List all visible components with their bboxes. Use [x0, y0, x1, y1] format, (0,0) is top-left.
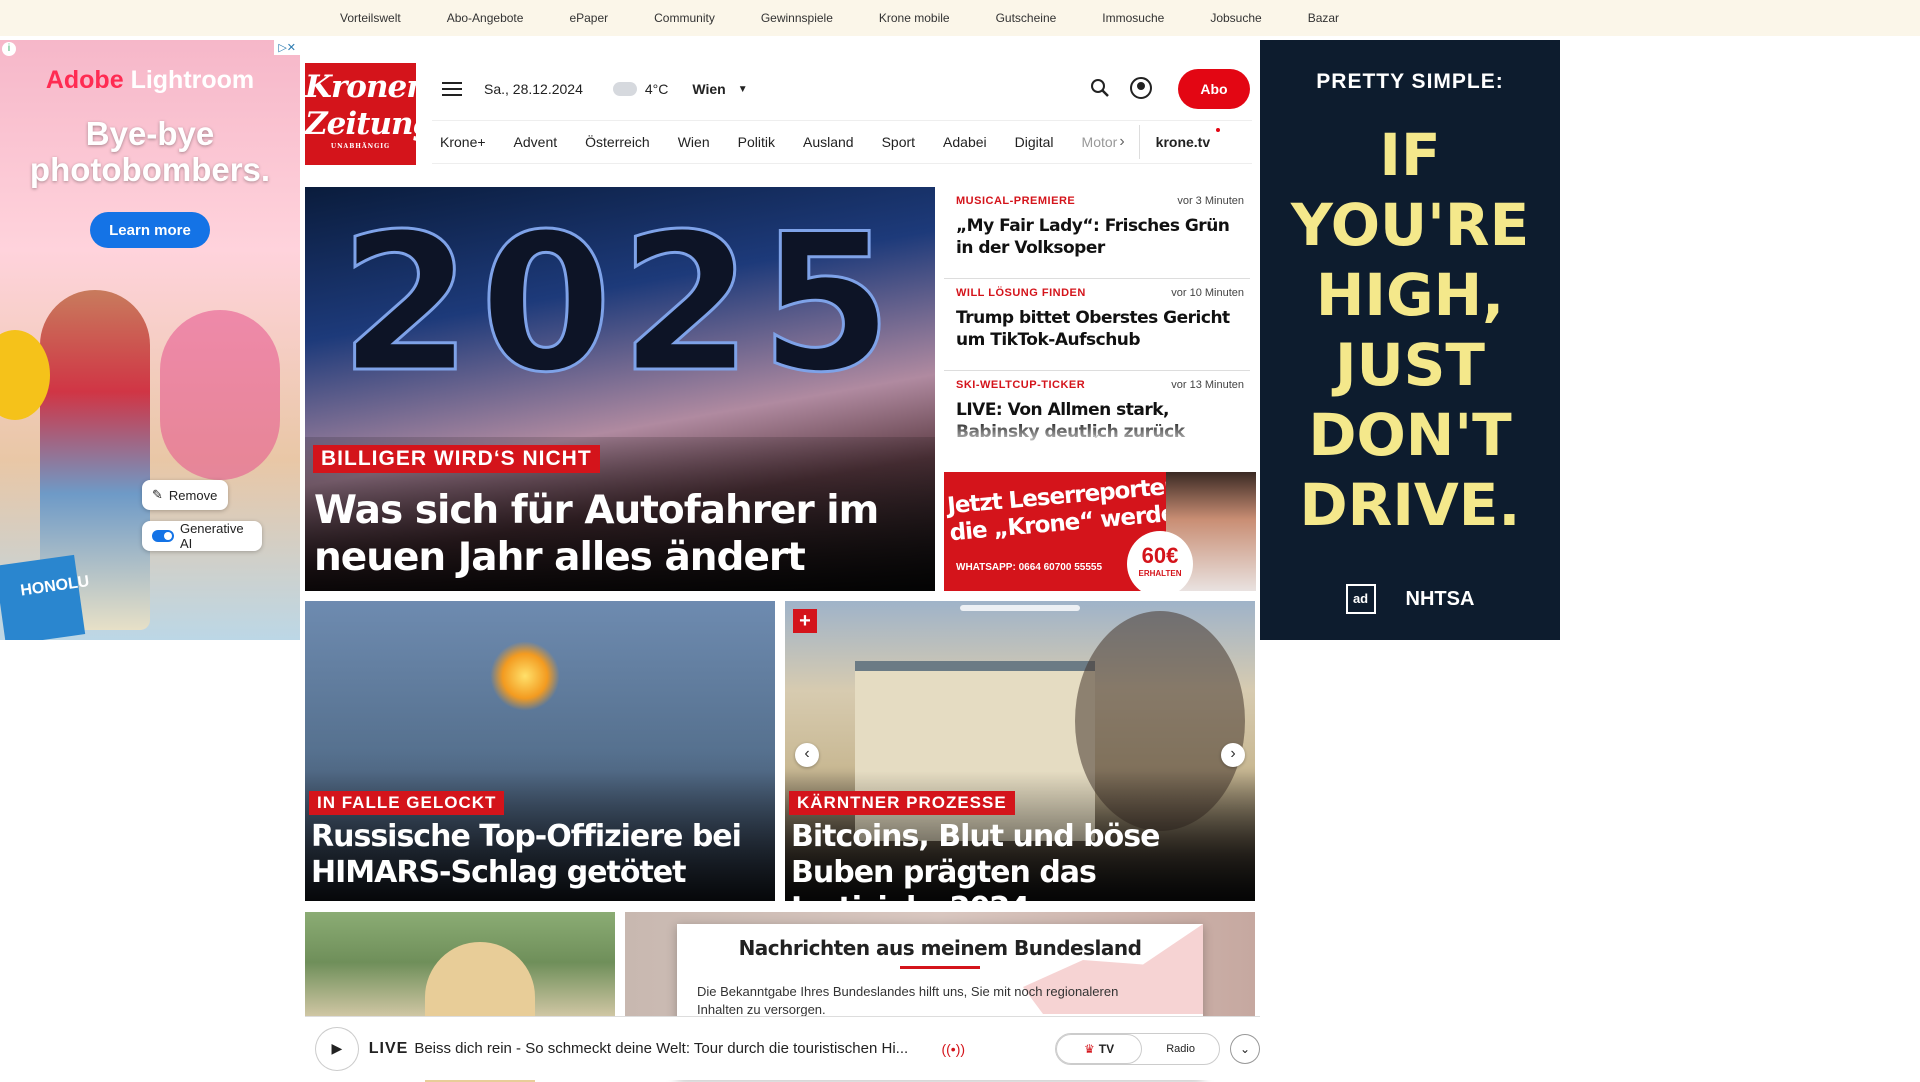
ticker-time: vor 10 Minuten — [1171, 287, 1244, 299]
search-icon[interactable] — [1090, 78, 1110, 98]
ad-brand: Adobe Lightroom — [45, 66, 255, 94]
krone-plus-icon: + — [793, 609, 817, 633]
nav-divider — [1138, 125, 1140, 159]
nav-item-oesterreich[interactable]: Österreich — [585, 134, 650, 150]
ad-learn-more-button[interactable]: Learn more — [90, 212, 210, 248]
ad-right-nhtsa[interactable]: PRETTY SIMPLE: IF YOU'RE HIGH, JUST DON'… — [1260, 40, 1560, 640]
card-title[interactable]: Bitcoins, Blut und böse Buben prägten da… — [791, 819, 1251, 901]
nav-item-digital[interactable]: Digital — [1015, 134, 1054, 150]
ad-generative-ai-chip: Generative AI — [142, 521, 262, 551]
ad-right-small-text: PRETTY SIMPLE: — [1316, 70, 1504, 93]
live-player-bar: ▶ LIVE Beiss dich rein - So schmeckt dei… — [305, 1016, 1260, 1080]
nav-item-krone-plus[interactable]: Krone+ — [440, 134, 486, 150]
card-kicker: IN FALLE GELOCKT — [309, 791, 505, 815]
whatsapp-number: WHATSAPP: 0664 60700 55555 — [956, 562, 1103, 573]
tv-radio-switch[interactable]: ♛ TV Radio — [1055, 1032, 1221, 1065]
cloud-sun-icon — [608, 76, 637, 96]
topbar-link-vorteilswelt[interactable]: Vorteilswelt — [340, 11, 401, 25]
play-icon[interactable]: ▶ — [315, 1026, 359, 1071]
nav-item-krone-tv[interactable]: krone.tv — [1156, 128, 1221, 150]
ticker-title[interactable]: „My Fair Lady“: Frisches Grün in der Vol… — [956, 215, 1244, 259]
carousel-indicator — [960, 605, 1080, 611]
ad-remove-chip: ✎ Remove — [142, 480, 228, 510]
hamburger-menu-icon[interactable] — [442, 82, 462, 96]
crown-icon: ♛ — [1083, 1041, 1095, 1056]
news-ticker: MUSICAL-PREMIERE vor 3 Minuten „My Fair … — [944, 187, 1250, 449]
broadcast-icon: ((•)) — [941, 1040, 966, 1057]
site-header: Sa., 28.12.2024 4°C Wien ▼ Abo — [432, 64, 1252, 114]
carousel-prev-icon[interactable]: ‹ — [795, 743, 819, 767]
ticker-item[interactable]: WILL LÖSUNG FINDEN vor 10 Minuten Trump … — [944, 279, 1250, 371]
caret-down-icon[interactable]: ▼ — [738, 84, 748, 95]
nav-item-wien[interactable]: Wien — [678, 134, 710, 150]
topbar-link-krone-mobile[interactable]: Krone mobile — [879, 11, 950, 25]
main-nav: Krone+ Advent Österreich Wien Politik Au… — [432, 120, 1252, 164]
hero-article[interactable]: 2025 BILLIGER WIRD‘S NICHT Was sich für … — [305, 187, 935, 591]
article-card-russia[interactable]: IN FALLE GELOCKT Russische Top-Offiziere… — [305, 601, 775, 901]
ad-headline: Bye-bye photobombers. — [29, 115, 271, 188]
topbar-link-gutscheine[interactable]: Gutscheine — [996, 11, 1057, 25]
bundesland-text: Die Bekanntgabe Ihres Bundeslandes hilft… — [697, 984, 1119, 1017]
ad-info-icon[interactable]: i — [2, 42, 16, 56]
topbar-link-jobsuche[interactable]: Jobsuche — [1210, 11, 1261, 25]
ad-council-logo: ad — [1345, 584, 1376, 614]
ad-left-lightroom[interactable]: i ▷✕ Adobe Lightroom Bye-bye photobomber… — [0, 40, 300, 640]
top-utility-bar: Vorteilswelt Abo-Angebote ePaper Communi… — [0, 0, 1920, 36]
nav-item-motor[interactable]: Motor — [1082, 134, 1118, 150]
header-date: Sa., 28.12.2024 — [484, 81, 583, 97]
chevron-right-icon[interactable]: › — [1119, 133, 1124, 151]
topbar-link-gewinnspiele[interactable]: Gewinnspiele — [761, 11, 833, 25]
bundesland-title: Nachrichten aus meinem Bundesland — [738, 936, 1142, 960]
nav-item-politik[interactable]: Politik — [738, 134, 775, 150]
explosion-image — [490, 641, 560, 711]
nav-item-adabei[interactable]: Adabei — [943, 134, 987, 150]
ticker-time: vor 3 Minuten — [1177, 195, 1244, 207]
topbar-link-epaper[interactable]: ePaper — [569, 11, 608, 25]
ticker-time: vor 13 Minuten — [1171, 379, 1244, 391]
weather-widget[interactable]: 4°C — [608, 76, 669, 97]
toggle-icon — [152, 530, 174, 542]
title-underline — [900, 966, 980, 969]
ticker-title[interactable]: LIVE: Von Allmen stark, Babinsky deutlic… — [956, 399, 1244, 443]
location-select[interactable]: Wien — [692, 81, 725, 97]
nav-item-advent[interactable]: Advent — [514, 134, 558, 150]
eraser-icon: ✎ — [152, 487, 163, 502]
user-account-icon[interactable] — [1130, 77, 1152, 99]
ad-right-logos: ad NHTSA — [1260, 584, 1560, 614]
nav-item-sport[interactable]: Sport — [882, 134, 915, 150]
adchoices-icon[interactable]: ▷✕ — [274, 40, 300, 55]
ticker-item[interactable]: SKI-WELTCUP-TICKER vor 13 Minuten LIVE: … — [944, 371, 1250, 449]
ticker-item[interactable]: MUSICAL-PREMIERE vor 3 Minuten „My Fair … — [944, 187, 1250, 279]
card-title[interactable]: Russische Top-Offiziere bei HIMARS-Schla… — [311, 819, 771, 891]
switch-tv-option[interactable]: ♛ TV — [1056, 1033, 1143, 1064]
price-badge: 60€ ERHALTEN — [1127, 531, 1193, 591]
topbar-link-bazar[interactable]: Bazar — [1308, 11, 1339, 25]
ad-right-headline: IF YOU'RE HIGH, JUST DON'T DRIVE. — [1290, 121, 1530, 539]
article-card-bitcoin[interactable]: + ‹ › KÄRNTNER PROZESSE Bitcoins, Blut u… — [785, 601, 1255, 901]
ticker-title[interactable]: Trump bittet Oberstes Gericht um TikTok-… — [956, 307, 1244, 351]
hero-kicker: BILLIGER WIRD‘S NICHT — [313, 445, 600, 473]
topbar-link-abo-angebote[interactable]: Abo-Angebote — [447, 11, 524, 25]
nhtsa-logo: NHTSA — [1405, 587, 1475, 610]
ad-ghost-person — [160, 310, 280, 480]
leserreporter-ad[interactable]: Jetzt Leserreporter für die „Krone“ werd… — [944, 472, 1256, 591]
chevron-down-icon[interactable]: ⌄ — [1090, 425, 1102, 442]
abo-button[interactable]: Abo — [1178, 69, 1250, 109]
hero-image-year: 2025 — [338, 193, 901, 414]
hero-title[interactable]: Was sich für Autofahrer im neuen Jahr al… — [314, 487, 914, 581]
expand-chevron-icon[interactable]: ⌄ — [1230, 1033, 1260, 1064]
topbar-link-community[interactable]: Community — [654, 11, 715, 25]
topbar-link-immosuche[interactable]: Immosuche — [1102, 11, 1164, 25]
kronen-zeitung-logo[interactable]: Kronen Zeitung UNABHÄNGIG — [305, 63, 434, 165]
live-description[interactable]: Beiss dich rein - So schmeckt deine Welt… — [414, 1040, 931, 1057]
carousel-next-icon[interactable]: › — [1221, 743, 1245, 767]
ad-cup-image: HONOLU — [0, 554, 90, 640]
card-kicker: KÄRNTNER PROZESSE — [789, 791, 1015, 815]
nav-item-ausland[interactable]: Ausland — [803, 134, 854, 150]
live-label: LIVE — [368, 1039, 409, 1057]
switch-radio-option[interactable]: Radio — [1142, 1043, 1219, 1055]
live-dot-icon — [1216, 128, 1221, 132]
weather-temperature: 4°C — [644, 81, 669, 97]
